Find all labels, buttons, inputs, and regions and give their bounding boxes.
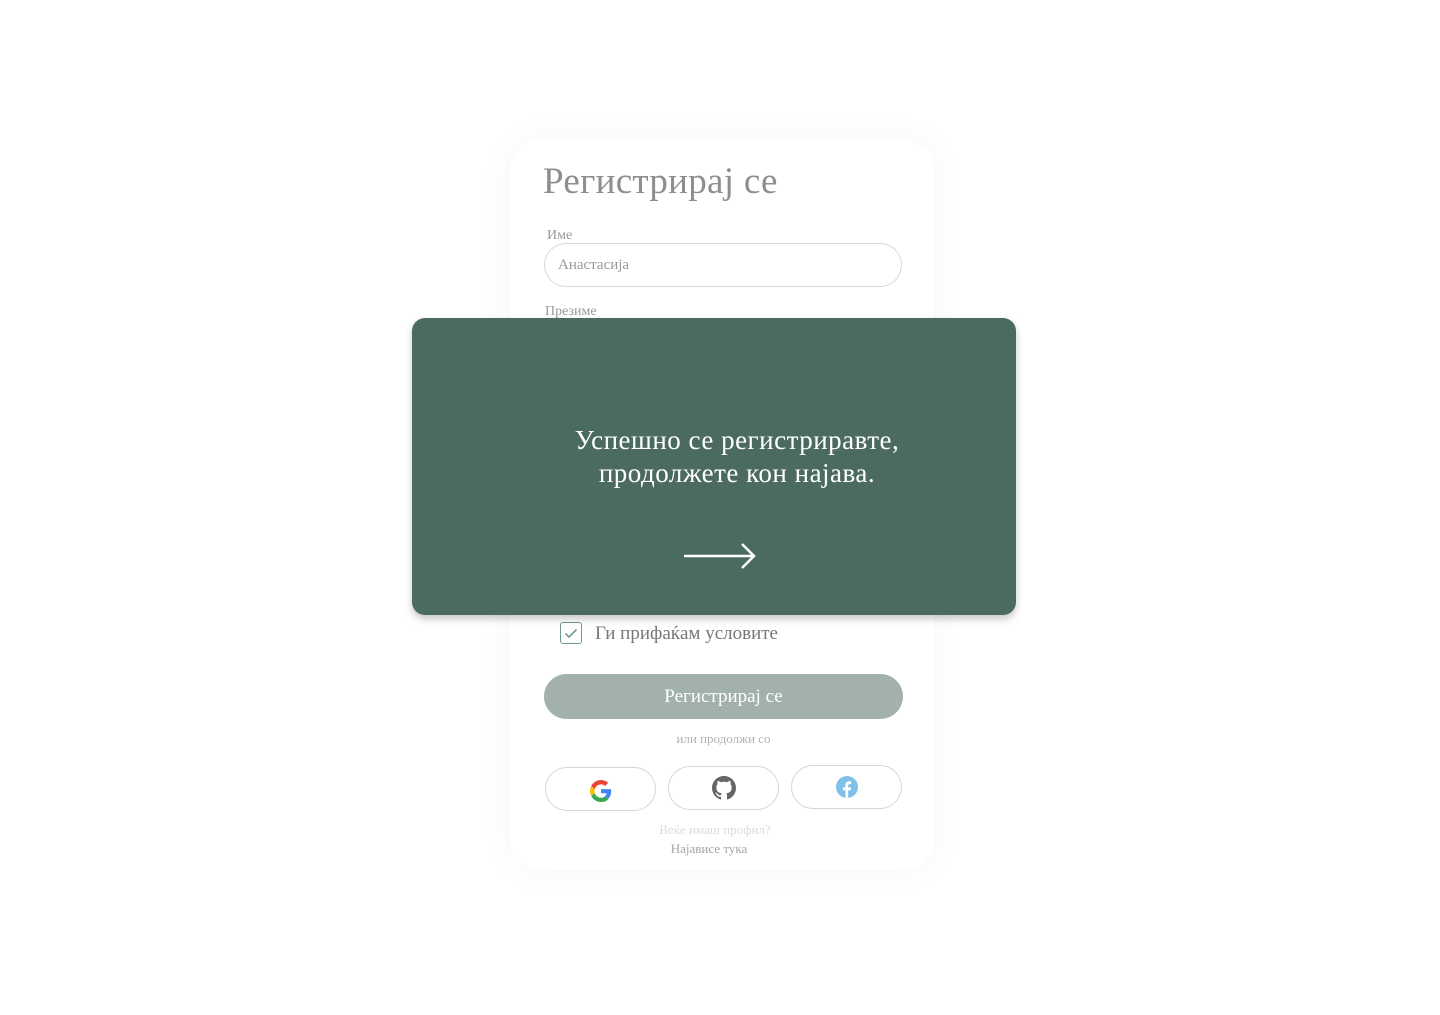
register-button[interactable]: Регистрирај се bbox=[544, 674, 903, 719]
google-icon bbox=[589, 780, 611, 802]
check-icon bbox=[564, 628, 578, 638]
github-icon bbox=[711, 776, 736, 800]
success-message-line-1: Успешно се регистриравте, bbox=[574, 425, 900, 455]
login-link[interactable]: Најависе тука bbox=[544, 841, 874, 857]
success-message-line-2: продолжете кон најава. bbox=[598, 458, 876, 488]
success-modal: Успешно се регистриравте, продолжете кон… bbox=[412, 318, 1016, 615]
github-login-button[interactable] bbox=[668, 766, 779, 810]
first-name-label: Име bbox=[547, 228, 573, 243]
have-account-text: Веќе имаш профил? bbox=[659, 822, 771, 837]
continue-to-login-button[interactable] bbox=[682, 540, 758, 572]
or-continue-text: или продолжи со bbox=[676, 731, 771, 746]
facebook-icon bbox=[835, 776, 858, 798]
success-message: Успешно се регистриравте, продолжете кон… bbox=[412, 424, 1062, 490]
google-login-button[interactable] bbox=[545, 767, 656, 811]
facebook-login-button[interactable] bbox=[791, 765, 902, 809]
arrow-right-icon bbox=[684, 543, 756, 569]
first-name-input[interactable] bbox=[544, 243, 902, 287]
terms-checkbox[interactable] bbox=[560, 622, 582, 644]
terms-label: Ги прифаќам условите bbox=[595, 623, 778, 644]
page-title: Регистрирај се bbox=[543, 161, 778, 202]
